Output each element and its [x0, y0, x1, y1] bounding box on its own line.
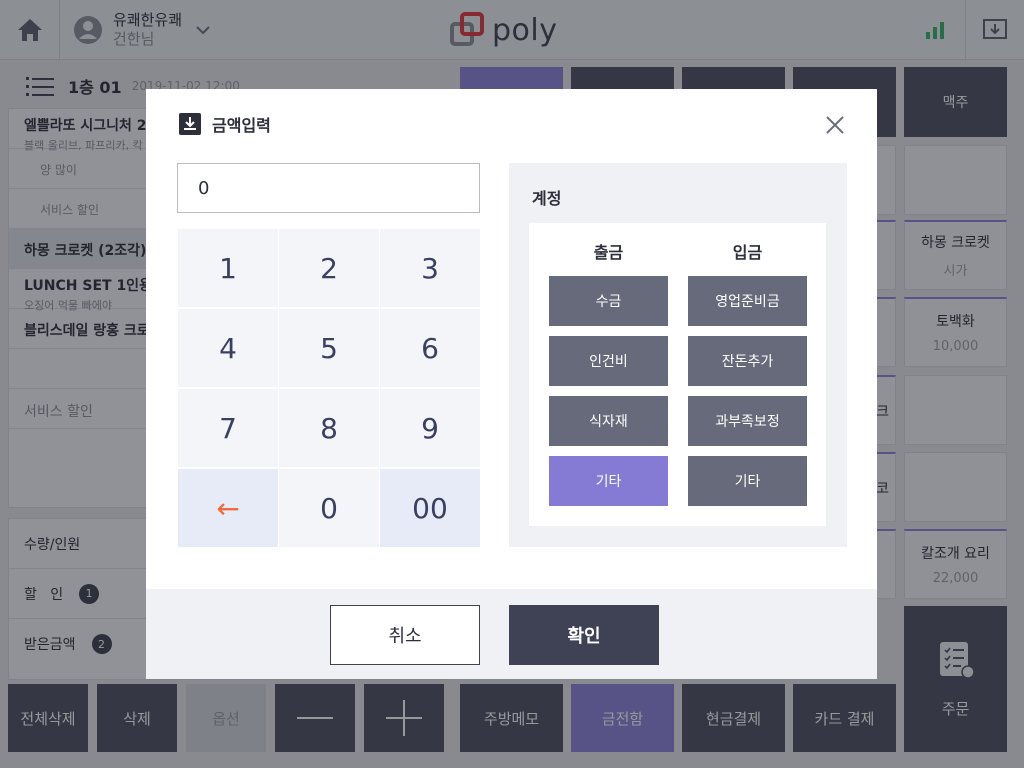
withdraw-labor-button[interactable]: 인건비	[549, 336, 668, 386]
key-6[interactable]: 6	[380, 309, 480, 387]
key-4[interactable]: 4	[178, 309, 278, 387]
dialog-footer: 취소 확인	[146, 589, 877, 679]
account-panel: 계정 출금 입금 수금 인건비 식자재 기타 영업준비금 잔돈추가 과부족보정 …	[509, 163, 847, 547]
account-options: 출금 입금 수금 인건비 식자재 기타 영업준비금 잔돈추가 과부족보정 기타	[529, 223, 826, 526]
key-7[interactable]: 7	[178, 389, 278, 467]
close-icon	[826, 116, 844, 134]
number-keypad: 1 2 3 4 5 6 7 8 9 ← 0 00	[178, 229, 480, 547]
dialog-header: 금액입력	[146, 89, 877, 159]
deposit-change-button[interactable]: 잔돈추가	[688, 336, 807, 386]
amount-input-dialog: 금액입력 0 1 2 3 4 5 6 7 8 9 ← 0 00 계정 출금 입금…	[146, 89, 877, 679]
key-1[interactable]: 1	[178, 229, 278, 307]
key-5[interactable]: 5	[279, 309, 379, 387]
key-9[interactable]: 9	[380, 389, 480, 467]
account-title: 계정	[532, 189, 562, 208]
key-0[interactable]: 0	[279, 469, 379, 547]
withdraw-other-button[interactable]: 기타	[549, 456, 668, 506]
deposit-header: 입금	[732, 243, 763, 262]
withdraw-collection-button[interactable]: 수금	[549, 276, 668, 326]
download-box-icon	[179, 113, 201, 135]
backspace-key[interactable]: ←	[178, 469, 278, 547]
key-00[interactable]: 00	[380, 469, 480, 547]
close-button[interactable]	[823, 113, 847, 137]
key-3[interactable]: 3	[380, 229, 480, 307]
deposit-other-button[interactable]: 기타	[688, 456, 807, 506]
deposit-adjust-button[interactable]: 과부족보정	[688, 396, 807, 446]
withdraw-ingredients-button[interactable]: 식자재	[549, 396, 668, 446]
withdraw-header: 출금	[593, 243, 624, 262]
cancel-button[interactable]: 취소	[330, 605, 480, 665]
confirm-button[interactable]: 확인	[509, 605, 659, 665]
amount-input[interactable]: 0	[177, 163, 480, 213]
key-2[interactable]: 2	[279, 229, 379, 307]
dialog-title: 금액입력	[212, 116, 271, 135]
key-8[interactable]: 8	[279, 389, 379, 467]
deposit-float-button[interactable]: 영업준비금	[688, 276, 807, 326]
